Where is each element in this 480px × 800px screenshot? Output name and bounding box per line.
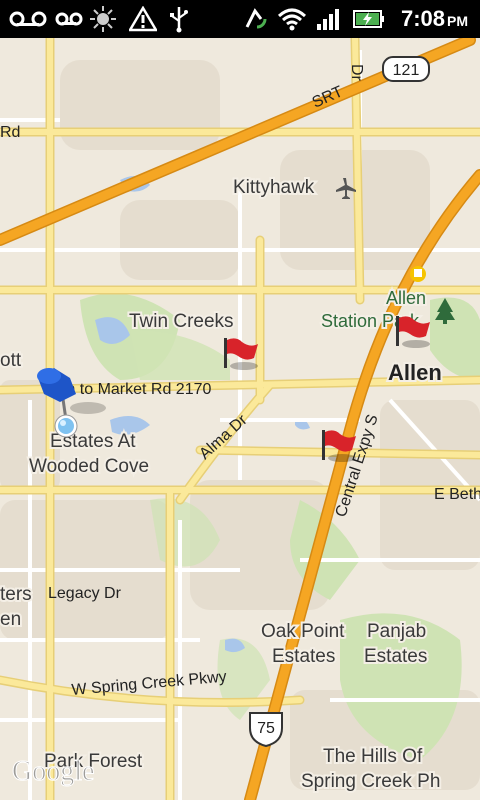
usb-icon [166, 4, 192, 34]
train-station-icon [410, 266, 426, 282]
label-allen-city: Allen [388, 360, 442, 385]
voicemail-icon [54, 4, 84, 34]
svg-text:121: 121 [393, 62, 420, 79]
status-bar: 7:08 PM [0, 0, 480, 38]
label-dr-top: Dr [348, 64, 365, 82]
label-panjab-2: Estates [364, 646, 427, 667]
label-rd: Rd [0, 124, 20, 141]
label-ott: ott [0, 350, 22, 371]
label-oak-point-1: Oak Point [261, 621, 345, 642]
label-fm2170: m to Market Rd 2170 [62, 381, 212, 398]
battery-charging-icon [352, 4, 386, 34]
clock: 7:08 PM [401, 6, 468, 32]
label-kittyhawk: Kittyhawk [233, 177, 315, 198]
google-logo: Google [12, 756, 94, 787]
label-allen-top: Allen [386, 288, 426, 308]
label-oak-point-2: Estates [272, 646, 335, 667]
wifi-icon [276, 4, 308, 34]
signal-icon [314, 4, 344, 34]
label-twin-creeks: Twin Creeks [129, 311, 234, 332]
map-view[interactable]: 121 75 Rd Dr SRT Kittyhawk Allen Station… [0, 38, 480, 800]
brightness-icon [88, 4, 118, 34]
label-en: en [0, 609, 21, 630]
clock-ampm: PM [447, 13, 468, 29]
label-panjab-1: Panjab [367, 621, 426, 642]
clock-time: 7:08 [400, 6, 445, 31]
warning-icon [128, 4, 158, 34]
sync-icon [240, 4, 270, 34]
label-estates-2: Wooded Cove [29, 456, 149, 477]
highway-75-shield: 75 [249, 712, 283, 748]
label-ters: ters [0, 584, 32, 605]
label-hills-1: The Hills Of [323, 746, 423, 767]
voicemail-icon [8, 4, 48, 34]
label-legacy-dr: Legacy Dr [48, 585, 122, 602]
highway-121-shield: 121 [382, 56, 430, 82]
label-e-beth: E Beth [434, 486, 480, 503]
svg-text:75: 75 [257, 720, 275, 737]
label-hills-2: Spring Creek Ph [301, 771, 440, 792]
